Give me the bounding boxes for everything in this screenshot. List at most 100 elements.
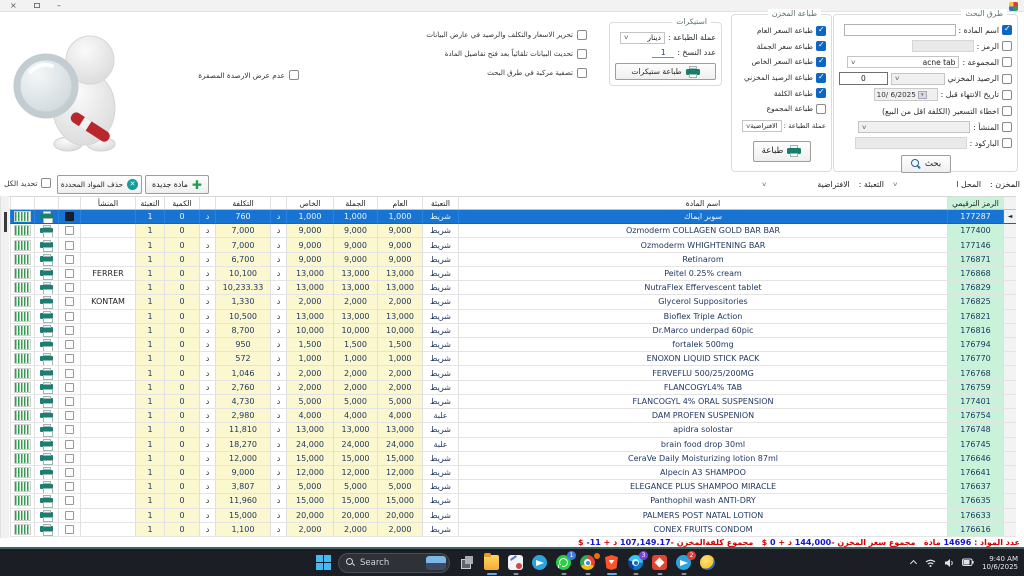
table-row[interactable]: 176829NutraFlex Effervescent tabletشريط1… <box>9 281 1016 295</box>
row-select-checkbox[interactable] <box>58 253 80 267</box>
header-packing[interactable]: التعبئة <box>422 197 458 209</box>
scrollbar-thumb[interactable] <box>4 212 7 232</box>
row-select-checkbox[interactable] <box>58 352 80 366</box>
print-item-icon[interactable] <box>34 423 58 437</box>
telegram-2-icon[interactable]: 2 <box>676 555 691 570</box>
code-input[interactable] <box>912 40 974 52</box>
row-select-checkbox[interactable] <box>58 338 80 352</box>
table-row[interactable]: 176871Retinaromشريط9,0009,0009,000د6,700… <box>9 253 1016 267</box>
row-select-checkbox[interactable] <box>58 381 80 395</box>
row-select-checkbox[interactable] <box>58 295 80 309</box>
print-item-icon[interactable] <box>34 281 58 295</box>
row-select-checkbox[interactable] <box>58 324 80 338</box>
print-item-icon[interactable] <box>34 466 58 480</box>
header-fill[interactable]: التعبئة <box>135 197 164 209</box>
print-item-icon[interactable] <box>34 366 58 380</box>
print-option-checkbox[interactable] <box>816 26 826 36</box>
packing-combo[interactable]: الافتراضية ∨ <box>760 177 852 191</box>
print-item-icon[interactable] <box>34 338 58 352</box>
minimize-icon[interactable]: – <box>57 1 61 11</box>
whatsapp-icon[interactable]: 1 <box>556 555 571 570</box>
table-row[interactable]: 176821Bioflex Triple Actionشريط13,00013,… <box>9 310 1016 324</box>
photos-icon[interactable] <box>652 555 667 570</box>
code-checkbox[interactable] <box>1002 41 1012 51</box>
select-all-checkbox[interactable] <box>41 178 51 188</box>
table-row[interactable]: 176637ELEGANCE PLUS SHAMPOO MIRACLEشريط5… <box>9 480 1016 494</box>
barcode-item-icon[interactable] <box>10 438 34 452</box>
barcode-item-icon[interactable] <box>10 409 34 423</box>
row-select-checkbox[interactable] <box>58 494 80 508</box>
barcode-item-icon[interactable] <box>10 381 34 395</box>
pricing-errors-checkbox[interactable] <box>1002 106 1012 116</box>
telegram-icon[interactable] <box>532 555 547 570</box>
table-row[interactable]: 176616CONEX FRUITS CONDOMشريط2,0002,0002… <box>9 523 1016 537</box>
barcode-item-icon[interactable] <box>10 267 34 281</box>
expiry-checkbox[interactable] <box>1002 90 1012 100</box>
wifi-icon[interactable] <box>925 558 936 568</box>
tray-chevron-up-icon[interactable] <box>910 559 917 566</box>
origin-combo[interactable]: ∨ <box>858 121 970 133</box>
row-select-checkbox[interactable] <box>58 238 80 252</box>
barcode-item-icon[interactable] <box>10 338 34 352</box>
stickers-currency-combo[interactable]: دينار ∨ <box>620 32 665 44</box>
barcode-item-icon[interactable] <box>10 523 34 537</box>
header-name[interactable]: اسم المادة <box>458 197 947 209</box>
header-wholesale-price[interactable]: الجملة <box>333 197 377 209</box>
table-row[interactable]: 176759FLANCOGYL4% TABشريط2,0002,0002,000… <box>9 381 1016 395</box>
table-row[interactable]: ◄177287سوبر ايماكشريط1,0001,0001,000د760… <box>9 210 1016 224</box>
table-row[interactable]: 176868Peitel 0.25% creamشريط13,00013,000… <box>9 267 1016 281</box>
delete-selected-button[interactable]: حذف المواد المحددة ✕ <box>57 175 142 194</box>
print-item-icon[interactable] <box>34 224 58 238</box>
barcode-item-icon[interactable] <box>10 324 34 338</box>
row-select-checkbox[interactable] <box>58 466 80 480</box>
print-item-icon[interactable] <box>34 267 58 281</box>
row-select-checkbox[interactable] <box>58 281 80 295</box>
row-select-checkbox[interactable] <box>58 509 80 523</box>
row-select-checkbox[interactable] <box>58 210 80 224</box>
print-option-checkbox[interactable] <box>816 73 826 83</box>
header-special-price[interactable]: الخاص <box>286 197 333 209</box>
row-select-checkbox[interactable] <box>58 480 80 494</box>
barcode-item-icon[interactable] <box>10 210 34 224</box>
battery-icon[interactable] <box>962 558 974 567</box>
barcode-item-icon[interactable] <box>10 310 34 324</box>
print-item-icon[interactable] <box>34 395 58 409</box>
print-item-icon[interactable] <box>34 253 58 267</box>
store-combo[interactable]: المحل ا ∨ <box>891 177 983 191</box>
table-row[interactable]: 176770ENOXON LIQUID STICK PACKشريط1,0001… <box>9 352 1016 366</box>
print-option-checkbox[interactable] <box>816 88 826 98</box>
expiry-date-picker[interactable]: 10/ 6/2025 ▾ <box>874 88 938 101</box>
print-item-icon[interactable] <box>34 295 58 309</box>
barcode-item-icon[interactable] <box>10 395 34 409</box>
group-checkbox[interactable] <box>1002 57 1012 67</box>
chrome-icon[interactable] <box>580 555 595 570</box>
row-select-checkbox[interactable] <box>58 395 80 409</box>
print-item-icon[interactable] <box>34 509 58 523</box>
display-option-checkbox[interactable] <box>577 68 587 78</box>
file-explorer-icon[interactable] <box>484 555 499 570</box>
barcode-checkbox[interactable] <box>1002 138 1012 148</box>
row-select-checkbox[interactable] <box>58 310 80 324</box>
print-option-checkbox[interactable] <box>816 41 826 51</box>
barcode-item-icon[interactable] <box>10 480 34 494</box>
copies-input[interactable] <box>652 47 674 58</box>
barcode-item-icon[interactable] <box>10 352 34 366</box>
origin-checkbox[interactable] <box>1002 122 1012 132</box>
barcode-item-icon[interactable] <box>10 281 34 295</box>
print-item-icon[interactable] <box>34 494 58 508</box>
barcode-item-icon[interactable] <box>10 224 34 238</box>
table-row[interactable]: 177400Ozmoderm COLLAGEN GOLD BAR BARشريط… <box>9 224 1016 238</box>
barcode-item-icon[interactable] <box>10 366 34 380</box>
barcode-item-icon[interactable] <box>10 494 34 508</box>
new-item-button[interactable]: مادة جديدة ✚ <box>145 175 209 194</box>
taskbar-clock[interactable]: 9:40 AM 10/6/2025 <box>982 555 1018 571</box>
display-option-checkbox[interactable] <box>577 30 587 40</box>
print-item-icon[interactable] <box>34 238 58 252</box>
print-item-icon[interactable] <box>34 352 58 366</box>
barcode-input[interactable] <box>855 137 967 149</box>
print-item-icon[interactable] <box>34 523 58 537</box>
group-combo[interactable]: acne tab ∨ <box>847 56 959 68</box>
print-item-icon[interactable] <box>34 310 58 324</box>
print-item-icon[interactable] <box>34 409 58 423</box>
restore-icon[interactable] <box>34 3 40 8</box>
